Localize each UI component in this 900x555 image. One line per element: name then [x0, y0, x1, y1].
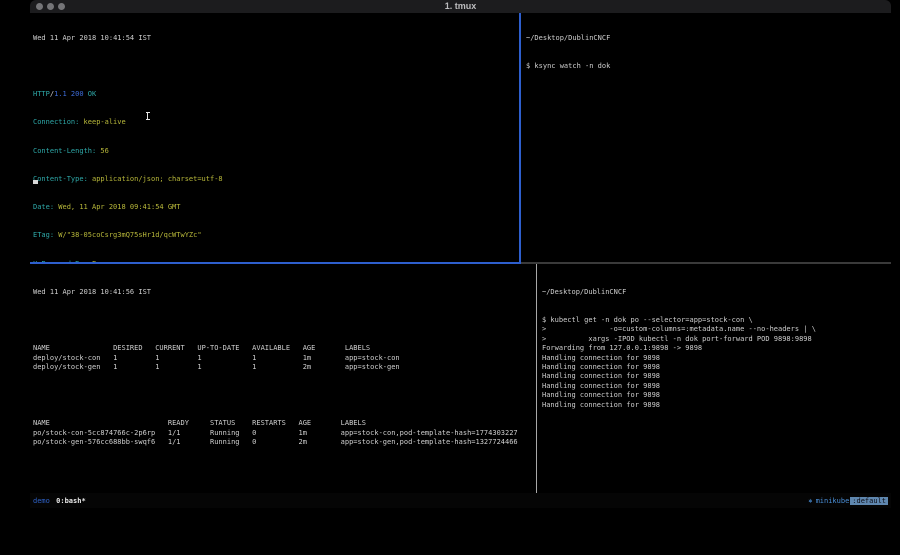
port-forward-output: $ kubectl get -n dok po --selector=app=s… [542, 316, 891, 410]
terminal-cursor [33, 180, 38, 184]
tmux-status-bar: demo 0:bash* ⎈ minikube :default [30, 493, 891, 508]
http-header-line: Content-Length:56 [33, 147, 519, 156]
status-right: ⎈ minikube :default [809, 497, 888, 505]
status-left: demo 0:bash* [33, 497, 86, 505]
kubernetes-helm-icon: ⎈ [809, 497, 813, 505]
http-version-code: 1.1 200 [54, 90, 84, 98]
pane-kubectl-resources[interactable]: Wed 11 Apr 2018 10:41:56 IST NAME DESIRE… [30, 264, 536, 493]
window-title: 1. tmux [30, 1, 891, 11]
pane-divider-vertical-bottom[interactable] [536, 264, 537, 493]
pods-table: NAME READY STATUS RESTARTS AGE LABELS po… [33, 419, 536, 447]
timestamp-line: Wed 11 Apr 2018 10:41:56 IST [33, 288, 536, 297]
kube-context: minikube [816, 497, 850, 505]
http-header-line: Content-Type:application/json; charset=u… [33, 175, 519, 184]
http-header-line: Connection:keep-alive [33, 118, 519, 127]
blank-line [33, 62, 519, 71]
desktop-background: 1. tmux Wed 11 Apr 2018 10:41:54 IST HTT… [0, 0, 900, 555]
http-header-line: ETag:W/"38-05coCsrg3mQ75sHr1d/qcWTwYZc" [33, 231, 519, 240]
cwd-line: ~/Desktop/DublinCNCF [542, 288, 891, 297]
blank-line [33, 316, 536, 325]
blank-line [33, 391, 536, 400]
mouse-ibeam-cursor [147, 112, 148, 120]
command-line: $ ksync watch -n dok [526, 62, 891, 71]
kube-namespace-badge: :default [850, 497, 888, 505]
pane-http-response[interactable]: Wed 11 Apr 2018 10:41:54 IST HTTP/1.1 20… [30, 13, 519, 262]
http-proto: HTTP [33, 90, 50, 98]
window-tab-bash[interactable]: 0:bash* [56, 497, 86, 505]
terminal-window: 1. tmux Wed 11 Apr 2018 10:41:54 IST HTT… [30, 0, 891, 509]
blank-line [33, 467, 536, 476]
cwd-line: ~/Desktop/DublinCNCF [526, 34, 891, 43]
pane-ksync[interactable]: ~/Desktop/DublinCNCF $ ksync watch -n do… [521, 13, 891, 262]
http-status-line: HTTP/1.1 200 OK [33, 90, 519, 99]
deployments-table: NAME DESIRED CURRENT UP-TO-DATE AVAILABL… [33, 344, 536, 372]
window-titlebar[interactable]: 1. tmux [30, 0, 891, 13]
session-name: demo [33, 497, 50, 505]
timestamp-line: Wed 11 Apr 2018 10:41:54 IST [33, 34, 519, 43]
http-reason: OK [84, 90, 97, 98]
pane-port-forward[interactable]: ~/Desktop/DublinCNCF $ kubectl get -n do… [538, 264, 891, 493]
pane-divider-vertical-top[interactable] [519, 13, 521, 262]
http-header-line: Date:Wed, 11 Apr 2018 09:41:54 GMT [33, 203, 519, 212]
